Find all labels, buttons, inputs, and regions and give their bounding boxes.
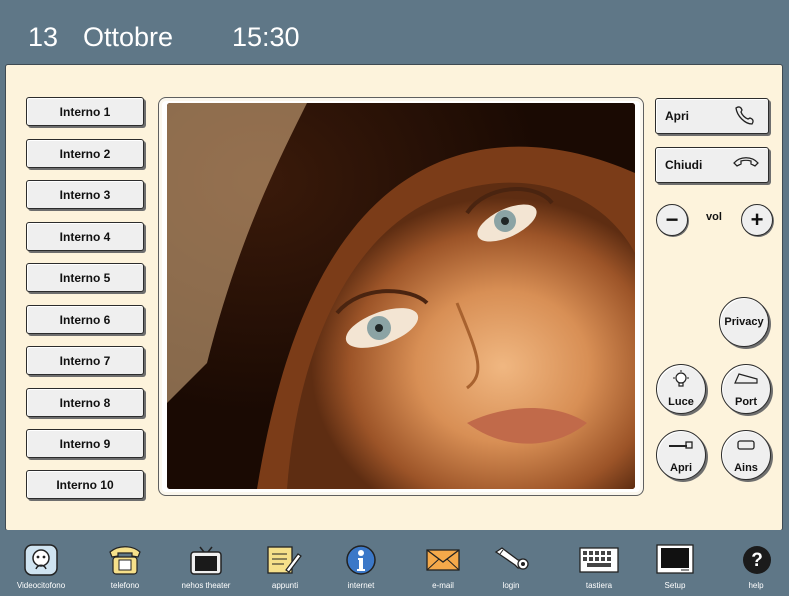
keyboard-icon — [579, 544, 619, 581]
volume-up-button[interactable]: + — [741, 204, 773, 236]
hangup-icon — [731, 154, 761, 173]
lightbulb-icon — [670, 369, 692, 396]
help-icon: ? — [742, 544, 772, 581]
answer-label: Apri — [665, 109, 689, 123]
monitor-icon — [656, 544, 694, 581]
video-frame — [158, 97, 644, 496]
extension-button-2[interactable]: Interno 2 — [26, 139, 144, 168]
dock-help[interactable]: ? help — [723, 530, 789, 596]
dock-internet[interactable]: internet — [328, 530, 394, 596]
dock-label: help — [748, 581, 764, 590]
videointercom-icon — [24, 544, 58, 581]
dock-label: e-mail — [432, 581, 454, 590]
telephone-icon — [108, 544, 142, 581]
dock-label: nehos theater — [181, 581, 231, 590]
dock-label: tastiera — [585, 581, 613, 590]
notepad-icon — [266, 544, 302, 581]
dock-telefono[interactable]: telefono — [92, 530, 158, 596]
dock-videocitofono[interactable]: Videocitofono — [8, 530, 74, 596]
extension-button-6[interactable]: Interno 6 — [26, 305, 144, 334]
bottom-dock: Videocitofono telefono nehos theater app… — [0, 530, 789, 596]
gate-icon — [733, 371, 759, 392]
hangup-label: Chiudi — [665, 158, 703, 172]
extension-button-5[interactable]: Interno 5 — [26, 263, 144, 292]
dock-label: telefono — [110, 581, 140, 590]
door-open-label: Apri — [670, 462, 692, 474]
video-feed — [167, 103, 635, 489]
volume-down-button[interactable]: − — [656, 204, 688, 236]
light-label: Luce — [668, 396, 694, 408]
dock-label: Setup — [664, 581, 686, 590]
ains-label: Ains — [734, 462, 758, 474]
extension-button-1[interactable]: Interno 1 — [26, 97, 144, 126]
envelope-icon — [426, 544, 460, 581]
dock-nehos-theater[interactable]: nehos theater — [168, 530, 244, 596]
dock-appunti[interactable]: appunti — [252, 530, 318, 596]
dock-setup[interactable]: Setup — [642, 530, 708, 596]
dock-label: Videocitofono — [16, 581, 66, 590]
extension-button-4[interactable]: Interno 4 — [26, 222, 144, 251]
main-panel: Interno 1 Interno 2 Interno 3 Interno 4 … — [5, 64, 783, 531]
key-icon — [494, 544, 530, 581]
dock-email[interactable]: e-mail — [410, 530, 476, 596]
tv-icon — [189, 544, 223, 581]
privacy-button[interactable]: Privacy — [719, 297, 769, 347]
door-open-button[interactable]: Apri — [656, 430, 706, 480]
extension-button-10[interactable]: Interno 10 — [26, 470, 144, 499]
ains-icon — [736, 438, 756, 456]
ains-button[interactable]: Ains — [721, 430, 771, 480]
extension-button-8[interactable]: Interno 8 — [26, 388, 144, 417]
hangup-button[interactable]: Chiudi — [655, 147, 769, 183]
privacy-label: Privacy — [724, 316, 764, 328]
header-bar: 13 Ottobre 15:30 — [0, 0, 789, 64]
svg-text:?: ? — [751, 550, 763, 571]
extension-button-7[interactable]: Interno 7 — [26, 346, 144, 375]
extension-button-9[interactable]: Interno 9 — [26, 429, 144, 458]
phone-handset-icon — [733, 105, 761, 128]
door-key-icon — [667, 439, 695, 457]
internet-icon — [344, 544, 378, 581]
dock-label: login — [502, 581, 520, 590]
light-button[interactable]: Luce — [656, 364, 706, 414]
gate-button[interactable]: Port — [721, 364, 771, 414]
extension-button-3[interactable]: Interno 3 — [26, 180, 144, 209]
gate-label: Port — [735, 396, 757, 408]
dock-label: internet — [347, 581, 375, 590]
answer-button[interactable]: Apri — [655, 98, 769, 134]
clock-time: 15:30 — [232, 22, 300, 52]
date-day: 13 — [28, 22, 59, 52]
video-image — [167, 103, 635, 489]
volume-label: vol — [706, 211, 722, 223]
dock-login[interactable]: login — [478, 530, 544, 596]
date-month: Ottobre — [83, 22, 174, 52]
dock-tastiera[interactable]: tastiera — [566, 530, 632, 596]
dock-label: appunti — [271, 581, 299, 590]
